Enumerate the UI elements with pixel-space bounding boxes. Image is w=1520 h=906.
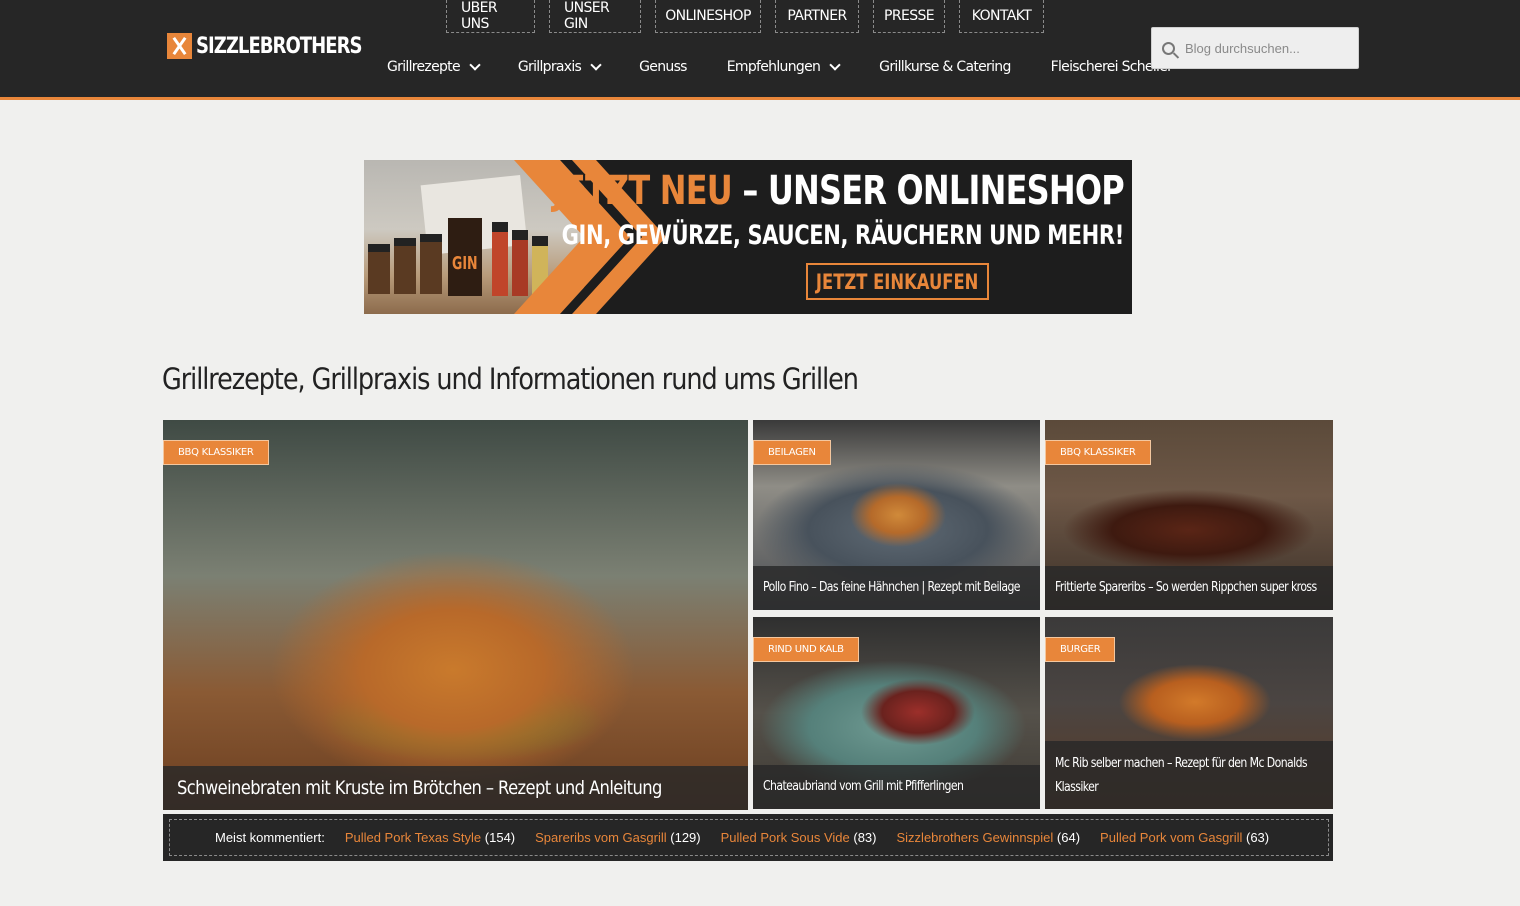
post-title-text: Mc Rib selber machen – Rezept für den Mc… (1055, 756, 1308, 795)
topnav-ueber-uns[interactable]: ÜBER UNS (446, 0, 535, 33)
most-commented-link[interactable]: Sizzlebrothers Gewinnspiel (897, 830, 1054, 845)
nav-grillpraxis[interactable]: Grillpraxis (517, 56, 602, 78)
banner-photo-jar (420, 234, 442, 294)
nav-empfehlungen[interactable]: Empfehlungen (726, 56, 841, 78)
post-image-sandwich (163, 420, 748, 810)
topnav-onlineshop[interactable]: ONLINESHOP (655, 0, 761, 33)
nav-label: Grillrezepte (387, 59, 461, 75)
post-title[interactable]: Chateaubriand vom Grill mit Pfifferlinge… (753, 765, 1040, 809)
nav-label: Grillkurse & Catering (879, 59, 1011, 75)
chevron-down-icon (590, 59, 602, 71)
post-card[interactable]: BBQ KLASSIKER Frittierte Spareribs – So … (1045, 420, 1333, 610)
chevron-down-icon (829, 59, 841, 71)
post-card-featured[interactable]: BBQ KLASSIKER Schweinebraten mit Kruste … (163, 420, 748, 810)
topnav-partner[interactable]: PARTNER (775, 0, 859, 33)
post-title-text: Frittierte Spareribs – So werden Rippche… (1055, 580, 1317, 595)
post-title[interactable]: Schweinebraten mit Kruste im Brötchen – … (163, 766, 748, 810)
search-box (1151, 27, 1359, 69)
site-header: SIZZLEBROTHERS ÜBER UNS UNSER GIN ONLINE… (0, 0, 1520, 100)
most-commented-item: Pulled Pork Texas Style (154) (345, 830, 515, 845)
most-commented-link[interactable]: Pulled Pork Sous Vide (721, 830, 850, 845)
topnav-kontakt[interactable]: KONTAKT (959, 0, 1044, 33)
most-commented-link[interactable]: Pulled Pork vom Gasgrill (1100, 830, 1242, 845)
category-badge[interactable]: RIND UND KALB (753, 637, 859, 662)
category-badge[interactable]: BURGER (1045, 637, 1116, 662)
post-title-text: Pollo Fino – Das feine Hähnchen | Rezept… (763, 580, 1021, 595)
post-card[interactable]: RIND UND KALB Chateaubriand vom Grill mi… (753, 617, 1040, 809)
nav-genuss[interactable]: Genuss (639, 56, 687, 78)
comment-count: (154) (484, 830, 516, 845)
site-logo[interactable]: SIZZLEBROTHERS (167, 33, 398, 59)
post-title-text: Chateaubriand vom Grill mit Pfifferlinge… (763, 779, 964, 794)
main-nav: Grillrezepte Grillpraxis Genuss Empfehlu… (387, 56, 1173, 78)
nav-label: Genuss (639, 59, 687, 75)
page-title: Grillrezepte, Grillpraxis und Informatio… (162, 362, 859, 396)
most-commented-link[interactable]: Spareribs vom Gasgrill (535, 830, 667, 845)
post-card[interactable]: BEILAGEN Pollo Fino – Das feine Hähnchen… (753, 420, 1040, 610)
post-title[interactable]: Pollo Fino – Das feine Hähnchen | Rezept… (753, 566, 1040, 610)
most-commented-item: Pulled Pork Sous Vide (83) (721, 830, 877, 845)
banner-subtitle: GIN, GEWÜRZE, SAUCEN, RÄUCHERN UND MEHR! (561, 220, 1125, 251)
nav-grillrezepte[interactable]: Grillrezepte (387, 56, 481, 78)
comment-count: (83) (853, 830, 877, 845)
shop-now-label: JETZT EINKAUFEN (816, 269, 979, 294)
shop-now-button[interactable]: JETZT EINKAUFEN (806, 263, 989, 300)
onlineshop-banner[interactable]: GIN JETZT NEU – UNSER ONLINESHOP GIN, GE… (364, 160, 1132, 314)
banner-title: JETZT NEU – UNSER ONLINESHOP (552, 168, 1125, 214)
comment-count: (63) (1246, 830, 1270, 845)
most-commented-label: Meist kommentiert: (215, 830, 325, 845)
logo-text: SIZZLEBROTHERS (196, 33, 362, 59)
banner-photo-jar (368, 244, 390, 294)
banner-photo-bottle (492, 222, 508, 296)
nav-grillkurse-catering[interactable]: Grillkurse & Catering (879, 56, 1011, 78)
banner-photo-jar (394, 238, 416, 294)
most-commented-item: Pulled Pork vom Gasgrill (63) (1100, 830, 1269, 845)
nav-label: Empfehlungen (726, 59, 821, 75)
most-commented-link[interactable]: Pulled Pork Texas Style (345, 830, 481, 845)
most-commented-item: Spareribs vom Gasgrill (129) (535, 830, 700, 845)
most-commented-list: Meist kommentiert: Pulled Pork Texas Sty… (169, 819, 1329, 856)
search-icon[interactable] (1162, 41, 1175, 55)
most-commented-item: Sizzlebrothers Gewinnspiel (64) (897, 830, 1081, 845)
category-badge[interactable]: BEILAGEN (753, 440, 831, 465)
top-nav: ÜBER UNS UNSER GIN ONLINESHOP PARTNER PR… (446, 0, 1044, 33)
comment-count: (129) (670, 830, 701, 845)
category-badge[interactable]: BBQ KLASSIKER (163, 440, 269, 465)
comment-count: (64) (1056, 830, 1081, 845)
topnav-presse[interactable]: PRESSE (873, 0, 945, 33)
topnav-unser-gin[interactable]: UNSER GIN (549, 0, 641, 33)
search-input[interactable] (1183, 39, 1357, 57)
nav-label: Grillpraxis (517, 59, 582, 75)
post-title[interactable]: Mc Rib selber machen – Rezept für den Mc… (1045, 741, 1333, 809)
banner-title-rest: – UNSER ONLINESHOP (732, 168, 1124, 214)
post-title-text: Schweinebraten mit Kruste im Brötchen – … (177, 777, 662, 799)
post-card[interactable]: BURGER Mc Rib selber machen – Rezept für… (1045, 617, 1333, 809)
logo-icon (167, 33, 192, 59)
banner-gin-label: GIN (452, 253, 478, 274)
most-commented-bar: Meist kommentiert: Pulled Pork Texas Sty… (163, 814, 1333, 861)
post-title[interactable]: Frittierte Spareribs – So werden Rippche… (1045, 566, 1333, 610)
banner-title-accent: JETZT NEU (552, 168, 733, 214)
category-badge[interactable]: BBQ KLASSIKER (1045, 440, 1151, 465)
chevron-down-icon (469, 59, 481, 71)
